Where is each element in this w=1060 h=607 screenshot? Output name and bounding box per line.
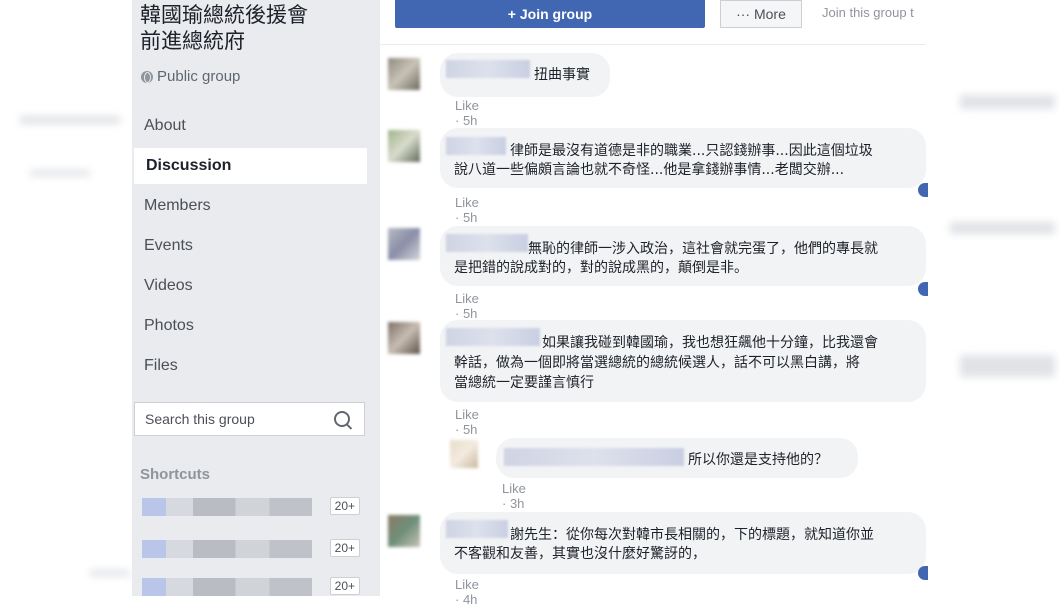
comment-text-line: 律師是最沒有道德是非的職業...只認錢辦事...因此這個垃圾 xyxy=(510,143,873,159)
shortcut-badge: 20+ xyxy=(329,539,360,557)
comment-meta[interactable]: Like · 5h xyxy=(455,291,479,321)
commenter-name-blurred[interactable] xyxy=(446,520,508,538)
comment-meta[interactable]: Like · 5h xyxy=(455,98,479,128)
avatar[interactable] xyxy=(388,58,420,90)
shortcut-item[interactable]: 20+ xyxy=(142,496,360,518)
comment-text-line: 如果讓我碰到韓國瑜，我也想狂飆他十分鐘，比我還會 xyxy=(542,335,878,351)
group-title-line2: 前進總統府 xyxy=(140,29,245,53)
shortcut-item[interactable]: 20+ xyxy=(142,538,360,560)
search-icon[interactable] xyxy=(334,411,350,427)
avatar[interactable] xyxy=(388,515,420,547)
comment-text-line: 幹話，做為一個即將當選總統的總統候選人，話不可以黑白講，將 xyxy=(454,355,860,371)
group-title[interactable]: 韓國瑜總統後援會 前進總統府 xyxy=(140,2,308,54)
divider xyxy=(380,44,926,45)
group-sidebar: 韓國瑜總統後援會 前進總統府 Public group About Discus… xyxy=(132,0,380,596)
shortcut-blurred-name xyxy=(142,578,312,596)
join-group-button[interactable]: + Join group xyxy=(395,0,705,28)
join-hint-text: Join this group t xyxy=(822,5,914,20)
group-search-input[interactable]: Search this group xyxy=(134,402,365,436)
comment-text-line: 無恥的律師一涉入政治，這社會就完蛋了，他們的專長就 xyxy=(528,241,878,257)
avatar[interactable] xyxy=(388,130,420,162)
comment-text-line: 說八道一些偏頗言論也就不奇怪...他是拿錢辦事情...老闆交辦... xyxy=(454,162,845,178)
commenter-name-blurred[interactable] xyxy=(504,448,684,466)
reaction-icon[interactable] xyxy=(918,282,928,296)
commenter-name-blurred[interactable] xyxy=(446,60,530,78)
nav-item-discussion[interactable]: Discussion xyxy=(134,148,367,184)
reply-text: 所以你還是支持他的？ xyxy=(688,452,828,468)
more-button[interactable]: ··· More xyxy=(720,0,802,28)
comment-meta[interactable]: Like · 5h xyxy=(455,407,479,437)
nav-item-photos[interactable]: Photos xyxy=(132,308,365,344)
shortcut-badge: 20+ xyxy=(329,497,360,515)
shortcut-blurred-name xyxy=(142,540,312,558)
comment-meta[interactable]: Like · 4h xyxy=(455,577,479,607)
avatar[interactable] xyxy=(388,322,420,354)
comment-meta[interactable]: Like · 5h xyxy=(455,195,479,225)
comment-text-line: 謝先生：從你每次對韓市長相關的，下的標題，就知道你並 xyxy=(510,527,874,543)
nav-item-members[interactable]: Members xyxy=(132,188,365,224)
commenter-name-blurred[interactable] xyxy=(446,328,540,346)
nav-item-videos[interactable]: Videos xyxy=(132,268,365,304)
reaction-icon[interactable] xyxy=(918,183,928,197)
shortcut-blurred-name xyxy=(142,498,312,516)
comment-text-line: 是把錯的說成對的，對的說成黑的，顛倒是非。 xyxy=(454,260,748,276)
commenter-name-blurred[interactable] xyxy=(446,137,506,155)
avatar[interactable] xyxy=(450,440,478,468)
globe-icon xyxy=(141,70,153,83)
shortcut-badge: 20+ xyxy=(329,577,360,595)
avatar[interactable] xyxy=(388,228,420,260)
shortcut-item[interactable]: 20+ xyxy=(142,576,360,598)
comment-text: 扭曲事實 xyxy=(534,67,590,83)
nav-item-events[interactable]: Events xyxy=(132,228,365,264)
search-placeholder: Search this group xyxy=(145,411,255,427)
comment-text-line: 當總統一定要謹言慎行 xyxy=(454,375,594,391)
commenter-name-blurred[interactable] xyxy=(446,234,528,252)
group-title-line1: 韓國瑜總統後援會 xyxy=(140,3,308,27)
group-privacy-label: Public group xyxy=(157,68,241,85)
reply-meta[interactable]: Like · 3h xyxy=(502,481,526,511)
shortcuts-heading: Shortcuts xyxy=(140,466,211,483)
comment-text-line: 不客觀和友善，其實也沒什麼好驚訝的， xyxy=(454,546,706,562)
group-privacy: Public group xyxy=(141,68,240,85)
nav-item-about[interactable]: About xyxy=(132,108,365,144)
reaction-icon[interactable] xyxy=(918,566,928,580)
nav-item-files[interactable]: Files xyxy=(132,348,365,384)
